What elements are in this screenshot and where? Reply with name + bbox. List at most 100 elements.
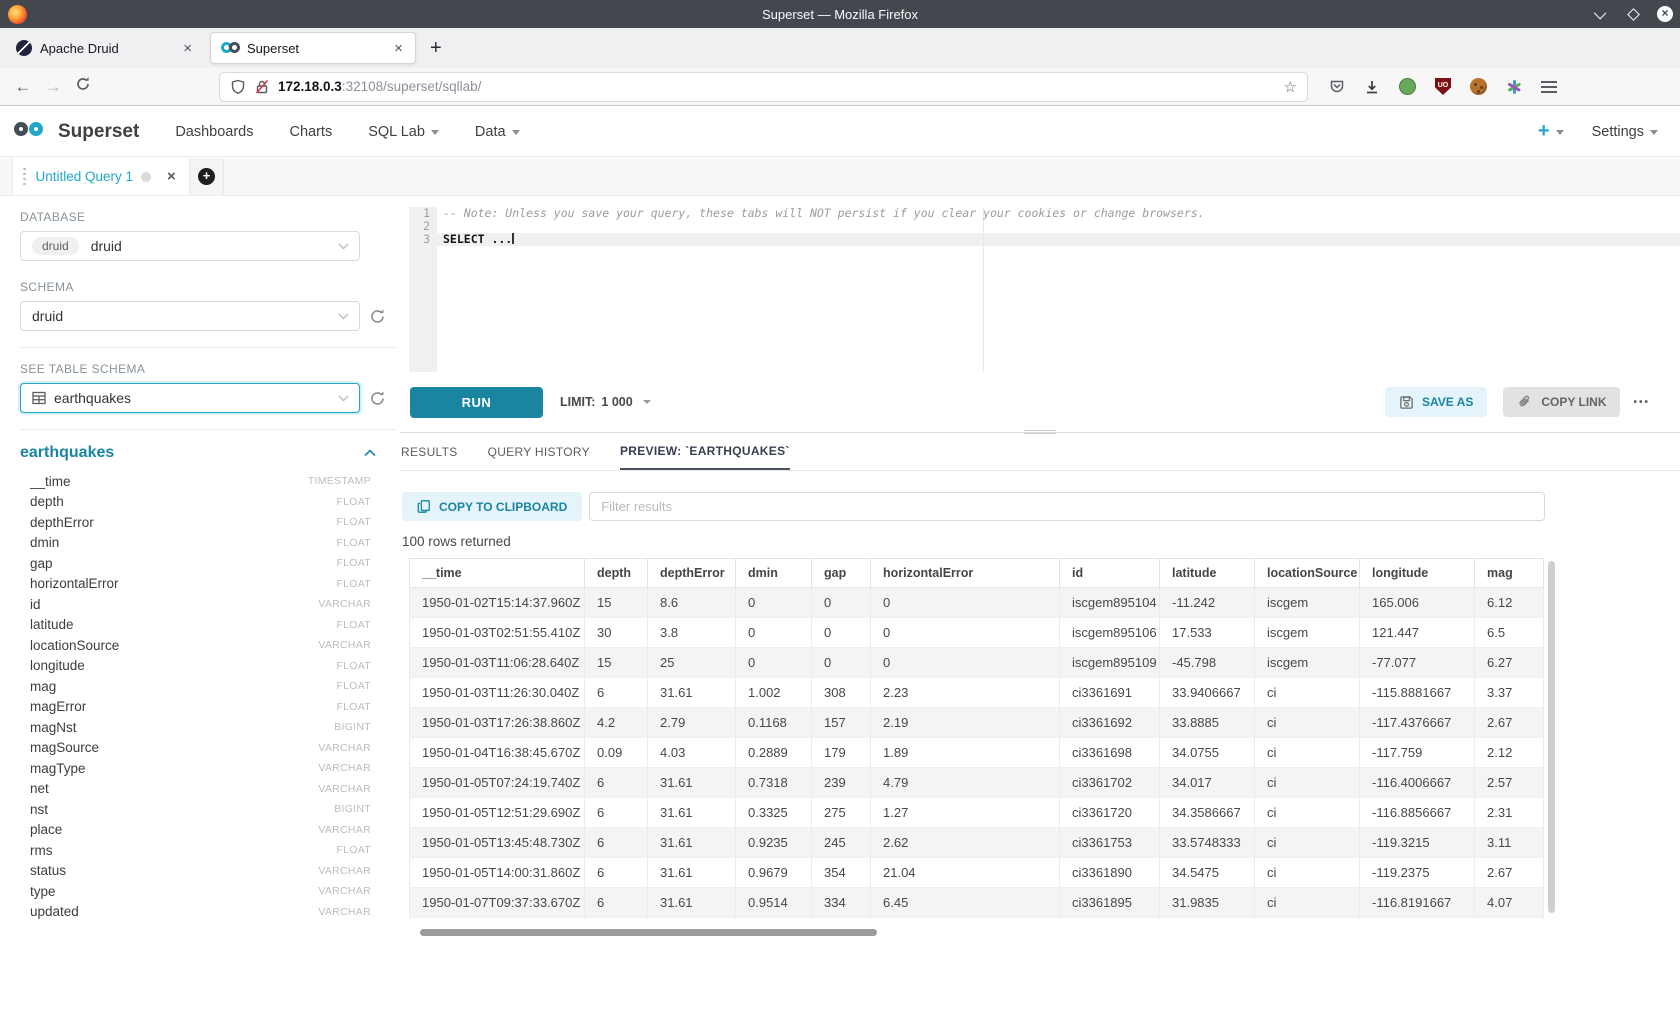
more-options-button[interactable]: ••• [1633,397,1650,408]
schema-column-row[interactable]: placeVARCHAR [20,820,371,841]
extension-asterisk-icon[interactable] [1506,79,1522,95]
table-row[interactable]: 1950-01-05T12:51:29.690Z631.610.33252751… [410,798,1544,828]
filter-results-input[interactable] [589,492,1545,521]
table-header-cell[interactable]: depthError [648,559,736,588]
extension-privacy-icon[interactable] [1399,78,1416,95]
menu-hamburger-icon[interactable] [1541,81,1557,93]
collapse-chevron-icon[interactable] [364,449,376,457]
schema-column-row[interactable]: locationSourceVARCHAR [20,635,371,656]
horizontal-scrollbar[interactable] [420,929,877,936]
limit-dropdown[interactable]: LIMIT: 1 000 [560,395,651,409]
schema-column-row[interactable]: latitudeFLOAT [20,615,371,636]
ublock-shield-icon[interactable]: UO [1435,78,1451,95]
table-row[interactable]: 1950-01-05T13:45:48.730Z631.610.92352452… [410,828,1544,858]
copy-to-clipboard-button[interactable]: COPY TO CLIPBOARD [402,492,582,521]
table-header-cell[interactable]: __time [410,559,585,588]
table-cell: 8.6 [648,588,736,618]
refresh-schema-icon[interactable] [369,308,386,325]
table-schema-title[interactable]: earthquakes [20,444,114,462]
schema-column-row[interactable]: idVARCHAR [20,594,371,615]
table-header-cell[interactable]: longitude [1360,559,1475,588]
table-header-cell[interactable]: locationSource [1255,559,1360,588]
schema-column-row[interactable]: magNstBIGINT [20,717,371,738]
table-header-cell[interactable]: depth [585,559,648,588]
table-row[interactable]: 1950-01-03T11:26:30.040Z631.611.0023082.… [410,678,1544,708]
table-row[interactable]: 1950-01-05T07:24:19.740Z631.610.73182394… [410,768,1544,798]
forward-button[interactable]: → [38,77,68,97]
query-tab-close-icon[interactable]: × [167,168,176,185]
nav-sql-lab[interactable]: SQL Lab [368,124,439,140]
resize-handle[interactable] [1024,428,1056,436]
back-button[interactable]: ← [8,77,38,97]
tab-close-icon[interactable]: × [181,40,194,57]
schema-column-row[interactable]: magFLOAT [20,676,371,697]
window-minimize-button[interactable] [1592,5,1610,23]
schema-column-row[interactable]: gapFLOAT [20,553,371,574]
table-row[interactable]: 1950-01-04T16:38:45.670Z0.094.030.288917… [410,738,1544,768]
run-button[interactable]: RUN [410,387,543,418]
save-as-button[interactable]: SAVE AS [1385,387,1487,417]
schema-column-row[interactable]: magErrorFLOAT [20,697,371,718]
cookie-extension-icon[interactable] [1470,78,1487,95]
schema-column-row[interactable]: magTypeVARCHAR [20,758,371,779]
schema-column-row[interactable]: horizontalErrorFLOAT [20,574,371,595]
query-tab-untitled-1[interactable]: Untitled Query 1 × [12,158,190,195]
schema-column-row[interactable]: dminFLOAT [20,533,371,554]
table-row[interactable]: 1950-01-03T17:26:38.860Z4.22.790.1168157… [410,708,1544,738]
add-query-tab-button[interactable]: + [190,158,224,195]
table-header-cell[interactable]: id [1060,559,1160,588]
table-row[interactable]: 1950-01-05T14:00:31.860Z631.610.96793542… [410,858,1544,888]
table-header-cell[interactable]: horizontalError [871,559,1060,588]
reload-button[interactable] [68,76,98,97]
schema-column-row[interactable]: magSourceVARCHAR [20,738,371,759]
sql-code-editor[interactable]: 1 2 3 -- Note: Unless you save your quer… [400,196,1680,372]
nav-data[interactable]: Data [475,124,520,140]
table-row[interactable]: 1950-01-03T11:06:28.640Z1525000iscgem895… [410,648,1544,678]
url-text[interactable]: 172.18.0.3:32108/superset/sqllab/ [278,79,1284,94]
table-select[interactable]: earthquakes [20,383,360,413]
browser-tab-superset[interactable]: Superset × [210,32,416,64]
drag-handle-icon[interactable] [23,168,26,186]
schema-column-row[interactable]: typeVARCHAR [20,881,371,902]
downloads-icon[interactable] [1364,79,1380,95]
tab-results[interactable]: RESULTS [401,433,458,470]
copy-link-button[interactable]: COPY LINK [1503,387,1620,417]
tracking-shield-icon[interactable] [230,79,246,95]
schema-column-row[interactable]: statusVARCHAR [20,861,371,882]
schema-select[interactable]: druid [20,301,360,331]
nav-charts[interactable]: Charts [290,124,333,140]
new-item-button[interactable]: + [1538,120,1564,143]
schema-column-row[interactable]: updatedVARCHAR [20,902,371,923]
nav-dashboards[interactable]: Dashboards [175,124,253,140]
schema-column-row[interactable]: netVARCHAR [20,779,371,800]
table-row[interactable]: 1950-01-02T15:14:37.960Z158.6000iscgem89… [410,588,1544,618]
schema-column-row[interactable]: longitudeFLOAT [20,656,371,677]
tab-query-history[interactable]: QUERY HISTORY [488,433,590,470]
table-header-cell[interactable]: gap [812,559,871,588]
schema-column-row[interactable]: depthErrorFLOAT [20,512,371,533]
vertical-scrollbar[interactable] [1548,561,1555,913]
url-bar[interactable]: 172.18.0.3:32108/superset/sqllab/ ☆ [220,73,1307,101]
window-close-button[interactable]: × [1656,5,1674,23]
table-header-cell[interactable]: latitude [1160,559,1255,588]
bookmark-star-icon[interactable]: ☆ [1284,78,1297,96]
window-maximize-button[interactable] [1624,5,1642,23]
table-header-cell[interactable]: dmin [736,559,812,588]
table-row[interactable]: 1950-01-07T09:37:33.670Z631.610.95143346… [410,888,1544,918]
table-row[interactable]: 1950-01-03T02:51:55.410Z303.8000iscgem89… [410,618,1544,648]
pocket-icon[interactable] [1329,79,1345,95]
new-tab-button[interactable]: + [430,37,442,60]
browser-tab-apache-druid[interactable]: Apache Druid × [6,32,204,64]
refresh-table-icon[interactable] [369,390,386,407]
superset-brand[interactable]: Superset [12,120,139,144]
schema-column-row[interactable]: __timeTIMESTAMP [20,471,371,492]
schema-column-row[interactable]: depthFLOAT [20,492,371,513]
schema-column-row[interactable]: rmsFLOAT [20,840,371,861]
schema-column-row[interactable]: nstBIGINT [20,799,371,820]
tab-preview-earthquakes[interactable]: PREVIEW: `EARTHQUAKES` [620,433,790,470]
settings-menu[interactable]: Settings [1592,124,1658,140]
tab-close-icon[interactable]: × [392,40,405,57]
database-select[interactable]: druid druid [20,231,360,261]
insecure-lock-icon[interactable] [254,79,270,95]
table-header-cell[interactable]: mag [1475,559,1544,588]
